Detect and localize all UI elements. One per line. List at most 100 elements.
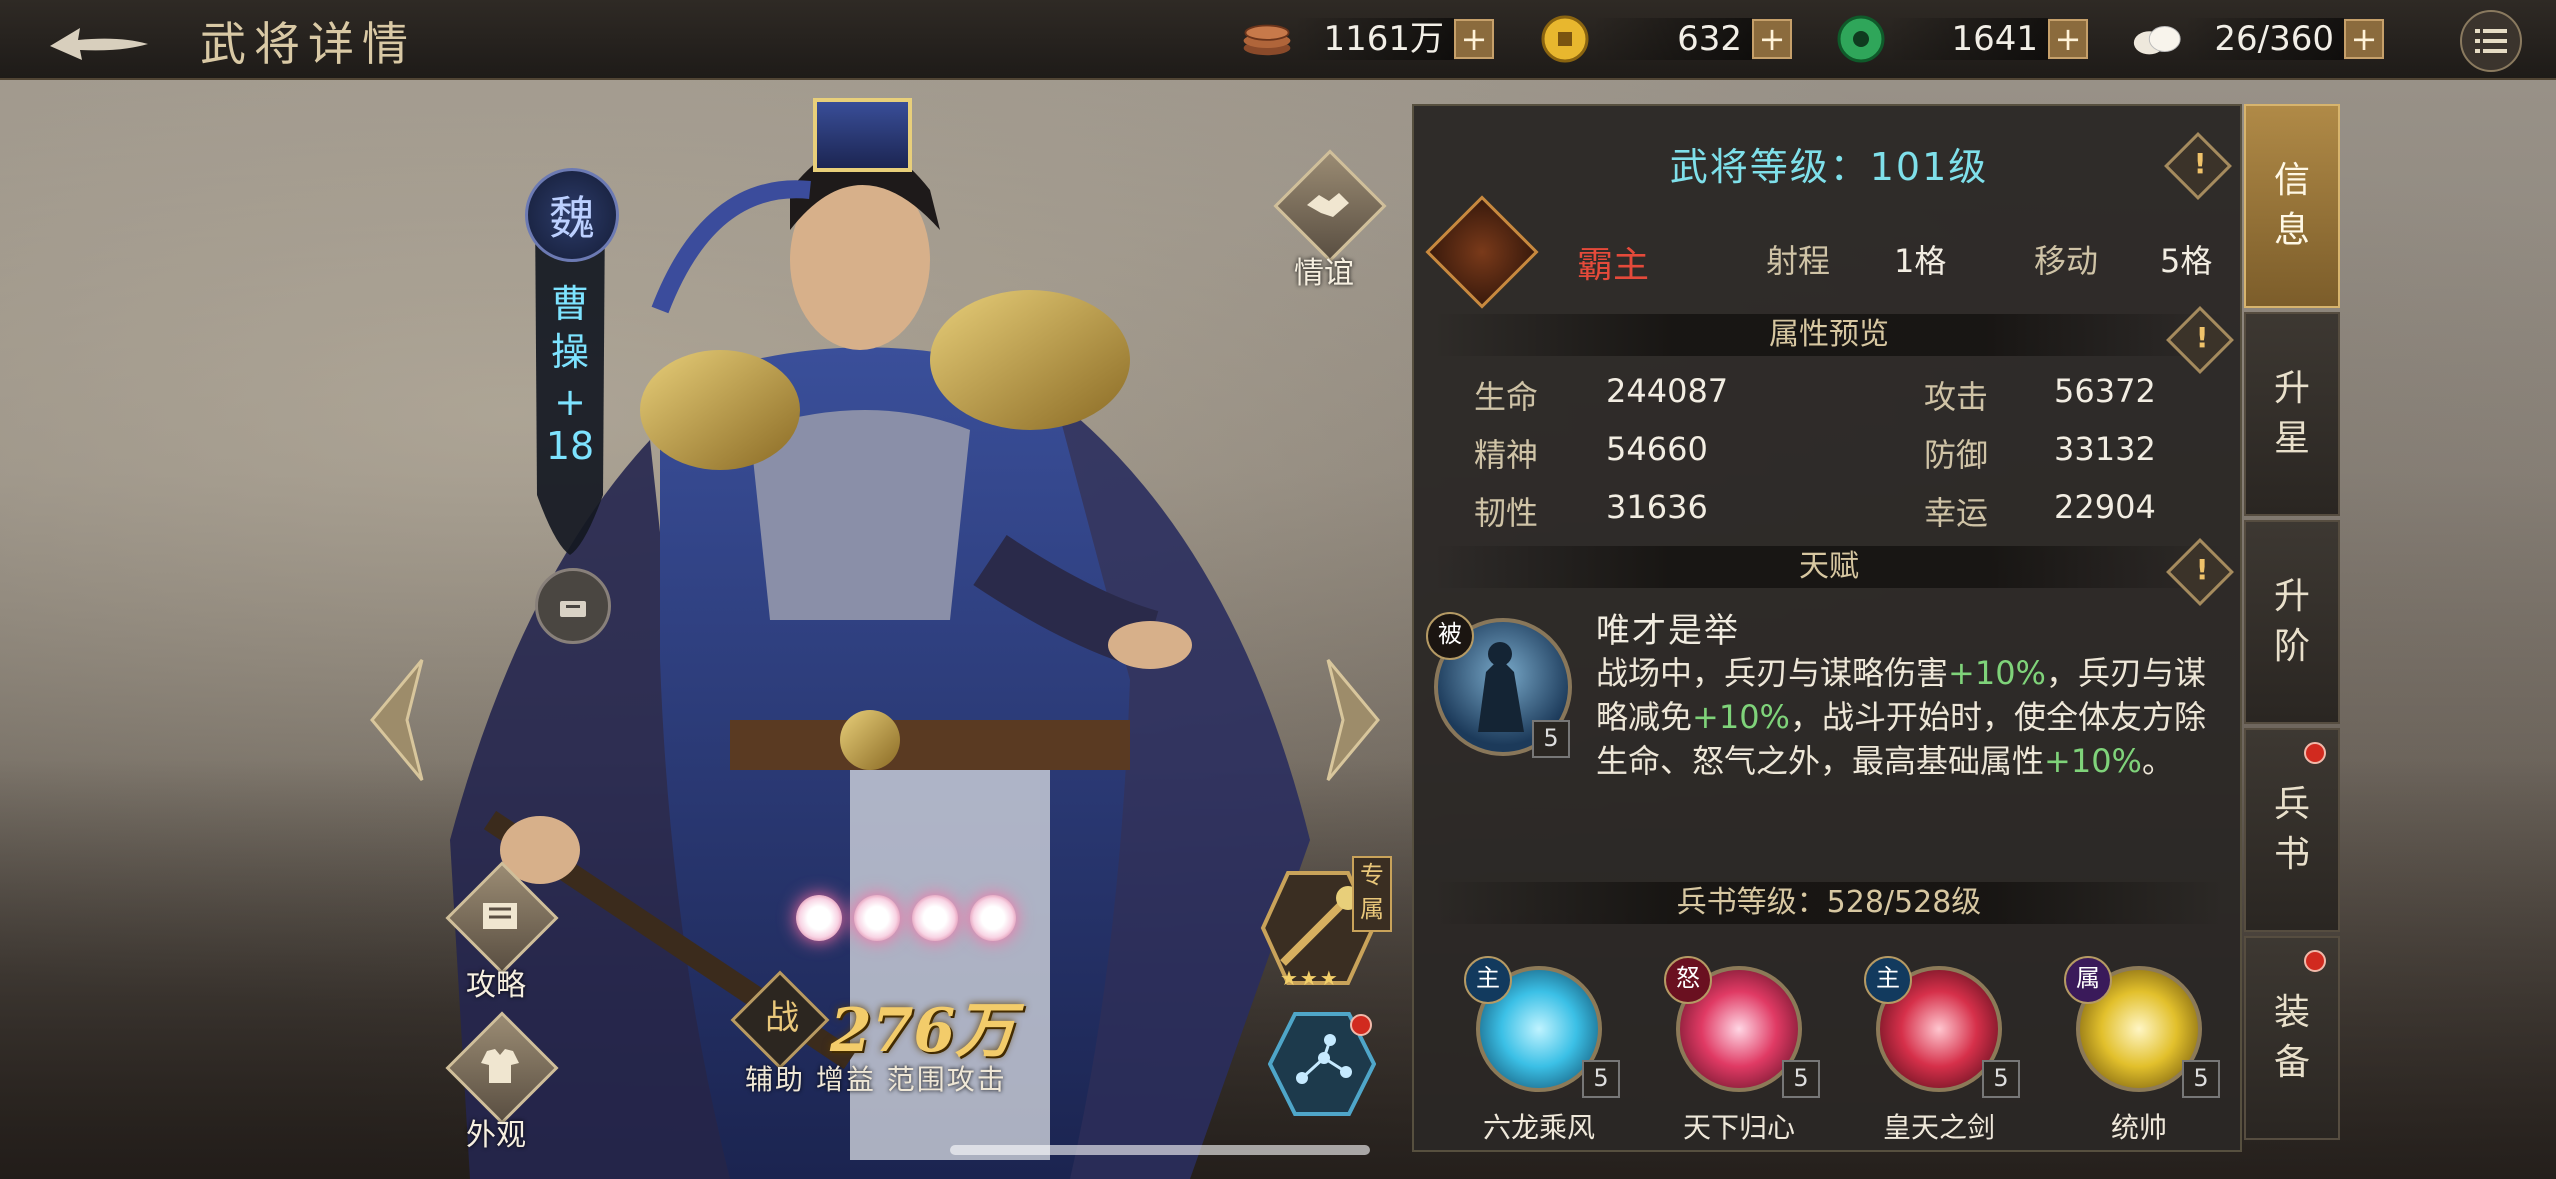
- tab-star-up[interactable]: 升星: [2244, 312, 2340, 516]
- back-arrow-icon: [50, 28, 148, 60]
- tab-art-of-war[interactable]: 兵书: [2244, 728, 2340, 932]
- skill-level-badge: 5: [2182, 1060, 2220, 1098]
- scroll-icon: [483, 903, 517, 929]
- hero-name: 曹操: [550, 282, 589, 374]
- back-button[interactable]: [40, 14, 160, 64]
- skill-level-badge: 5: [1982, 1060, 2020, 1098]
- lock-icon: [560, 601, 586, 617]
- hero-roles: 辅助 增益 范围攻击: [745, 1063, 1007, 1096]
- friendship-button[interactable]: [1273, 149, 1387, 263]
- tab-info[interactable]: 信息: [2244, 104, 2340, 308]
- gold-add-button[interactable]: +: [1752, 19, 1792, 59]
- handshake-icon: [1307, 193, 1349, 217]
- appearance-button[interactable]: [445, 1011, 559, 1125]
- skill-name: 六龙乘风: [1482, 1111, 1595, 1144]
- faction-badge: 魏: [525, 168, 619, 262]
- friendship-label: 情谊: [1294, 256, 1354, 291]
- notification-dot: [1350, 1014, 1372, 1036]
- skill-name: 统帅: [2110, 1111, 2167, 1144]
- notification-dot: [2304, 742, 2326, 764]
- attr-value: 56372: [2054, 372, 2156, 410]
- hero-level-bonus: + 18: [545, 380, 595, 468]
- gold-value: 632: [1592, 18, 1752, 60]
- range-label: 射程: [1766, 242, 1831, 280]
- talent-level-badge: 5: [1532, 720, 1570, 758]
- awakening-orb: [970, 895, 1016, 941]
- awakening-orb: [796, 895, 842, 941]
- attr-value: 22904: [2054, 488, 2156, 526]
- talent-section-header: 天赋: [1434, 546, 2224, 588]
- exclusive-tag: 专属: [1352, 856, 1392, 932]
- jade-coin-icon: [1834, 15, 1888, 63]
- battle-power-value: 276万: [830, 996, 1016, 1066]
- tab-rank-up[interactable]: 升阶: [2244, 520, 2340, 724]
- exclusive-star-rating: ★★★: [1280, 966, 1340, 990]
- star-chart-button[interactable]: [1267, 1010, 1377, 1118]
- food-value: 26/360: [2184, 18, 2344, 60]
- strategy-label: 攻略: [466, 968, 526, 1003]
- skill-item[interactable]: 怒 5 天下归心: [1634, 956, 1824, 1146]
- exclamation-icon: !: [2193, 146, 2207, 180]
- strategy-button[interactable]: [445, 861, 559, 975]
- copper-coins-icon: [1240, 16, 1294, 62]
- resource-gold: 632 +: [1538, 15, 1792, 63]
- talent-description: 战场中，兵刃与谋略伤害+10%，兵刃与谋略减免+10%，战斗开始时，使全体友方除…: [1596, 654, 2206, 780]
- attribute-section-header: 属性预览: [1434, 314, 2224, 356]
- list-menu-icon: [2475, 29, 2507, 53]
- tab-equipment[interactable]: 装备: [2244, 936, 2340, 1140]
- resource-copper: 1161万 +: [1240, 16, 1494, 62]
- buns-icon: [2130, 16, 2184, 62]
- skill-list: 主 5 六龙乘风 怒 5 天下归心 主 5 皇天之剑 属 5 统帅: [1434, 956, 2224, 1146]
- lock-toggle-button[interactable]: [535, 568, 611, 644]
- skill-name: 天下归心: [1682, 1111, 1795, 1144]
- attr-value: 33132: [2054, 430, 2156, 468]
- move-label: 移动: [2034, 242, 2099, 280]
- attr-label: 攻击: [1924, 378, 1989, 416]
- gold-coin-icon: [1538, 15, 1592, 63]
- skill-level-badge: 5: [1582, 1060, 1620, 1098]
- previous-hero-arrow-icon[interactable]: [362, 650, 432, 790]
- copper-add-button[interactable]: +: [1454, 19, 1494, 59]
- notification-dot: [2304, 950, 2326, 972]
- attr-label: 生命: [1474, 378, 1539, 416]
- appearance-label: 外观: [466, 1118, 526, 1153]
- jade-add-button[interactable]: +: [2048, 19, 2088, 59]
- home-indicator[interactable]: [950, 1145, 1370, 1155]
- resource-jade: 1641 +: [1834, 15, 2088, 63]
- next-hero-arrow-icon[interactable]: [1318, 650, 1388, 790]
- hero-level-title: 武将等级：101级: [1669, 145, 1989, 189]
- attr-value: 54660: [1606, 430, 1708, 468]
- skill-item[interactable]: 属 5 统帅: [2034, 956, 2224, 1146]
- range-value: 1格: [1894, 242, 1947, 280]
- awakening-orbs: [796, 895, 1016, 941]
- passive-badge: 被: [1426, 612, 1474, 660]
- attr-value: 244087: [1606, 372, 1729, 410]
- attr-label: 精神: [1474, 436, 1539, 474]
- resource-food: 26/360 +: [2130, 16, 2384, 62]
- exclamation-icon: !: [2195, 552, 2209, 586]
- class-icon: [1425, 195, 1539, 309]
- skill-type-badge: 属: [2064, 956, 2112, 1004]
- menu-button[interactable]: [2460, 10, 2522, 72]
- book-level-header: 兵书等级：528/528级: [1434, 882, 2224, 924]
- page-title: 武将详情: [200, 17, 416, 71]
- attr-label: 防御: [1924, 436, 1989, 474]
- skill-item[interactable]: 主 5 六龙乘风: [1434, 956, 1624, 1146]
- attr-value: 31636: [1606, 488, 1708, 526]
- talent-name: 唯才是举: [1596, 611, 1740, 651]
- side-tabs: 信息 升星 升阶 兵书 装备: [2244, 104, 2340, 1144]
- attr-label: 韧性: [1474, 494, 1539, 532]
- copper-value: 1161万: [1294, 18, 1454, 60]
- skill-level-badge: 5: [1782, 1060, 1820, 1098]
- skill-name: 皇天之剑: [1882, 1111, 1995, 1144]
- class-name: 霸主: [1577, 245, 1650, 286]
- skill-type-badge: 主: [1464, 956, 1512, 1004]
- move-value: 5格: [2160, 242, 2213, 280]
- info-panel: 武将等级：101级 ! 霸主 射程 1格 移动 5格 属性预览 ! 生命 244…: [1412, 104, 2242, 1152]
- jade-value: 1641: [1888, 18, 2048, 60]
- awakening-orb: [912, 895, 958, 941]
- awakening-orb: [854, 895, 900, 941]
- food-add-button[interactable]: +: [2344, 19, 2384, 59]
- skill-item[interactable]: 主 5 皇天之剑: [1834, 956, 2024, 1146]
- exclamation-icon: !: [2195, 320, 2209, 354]
